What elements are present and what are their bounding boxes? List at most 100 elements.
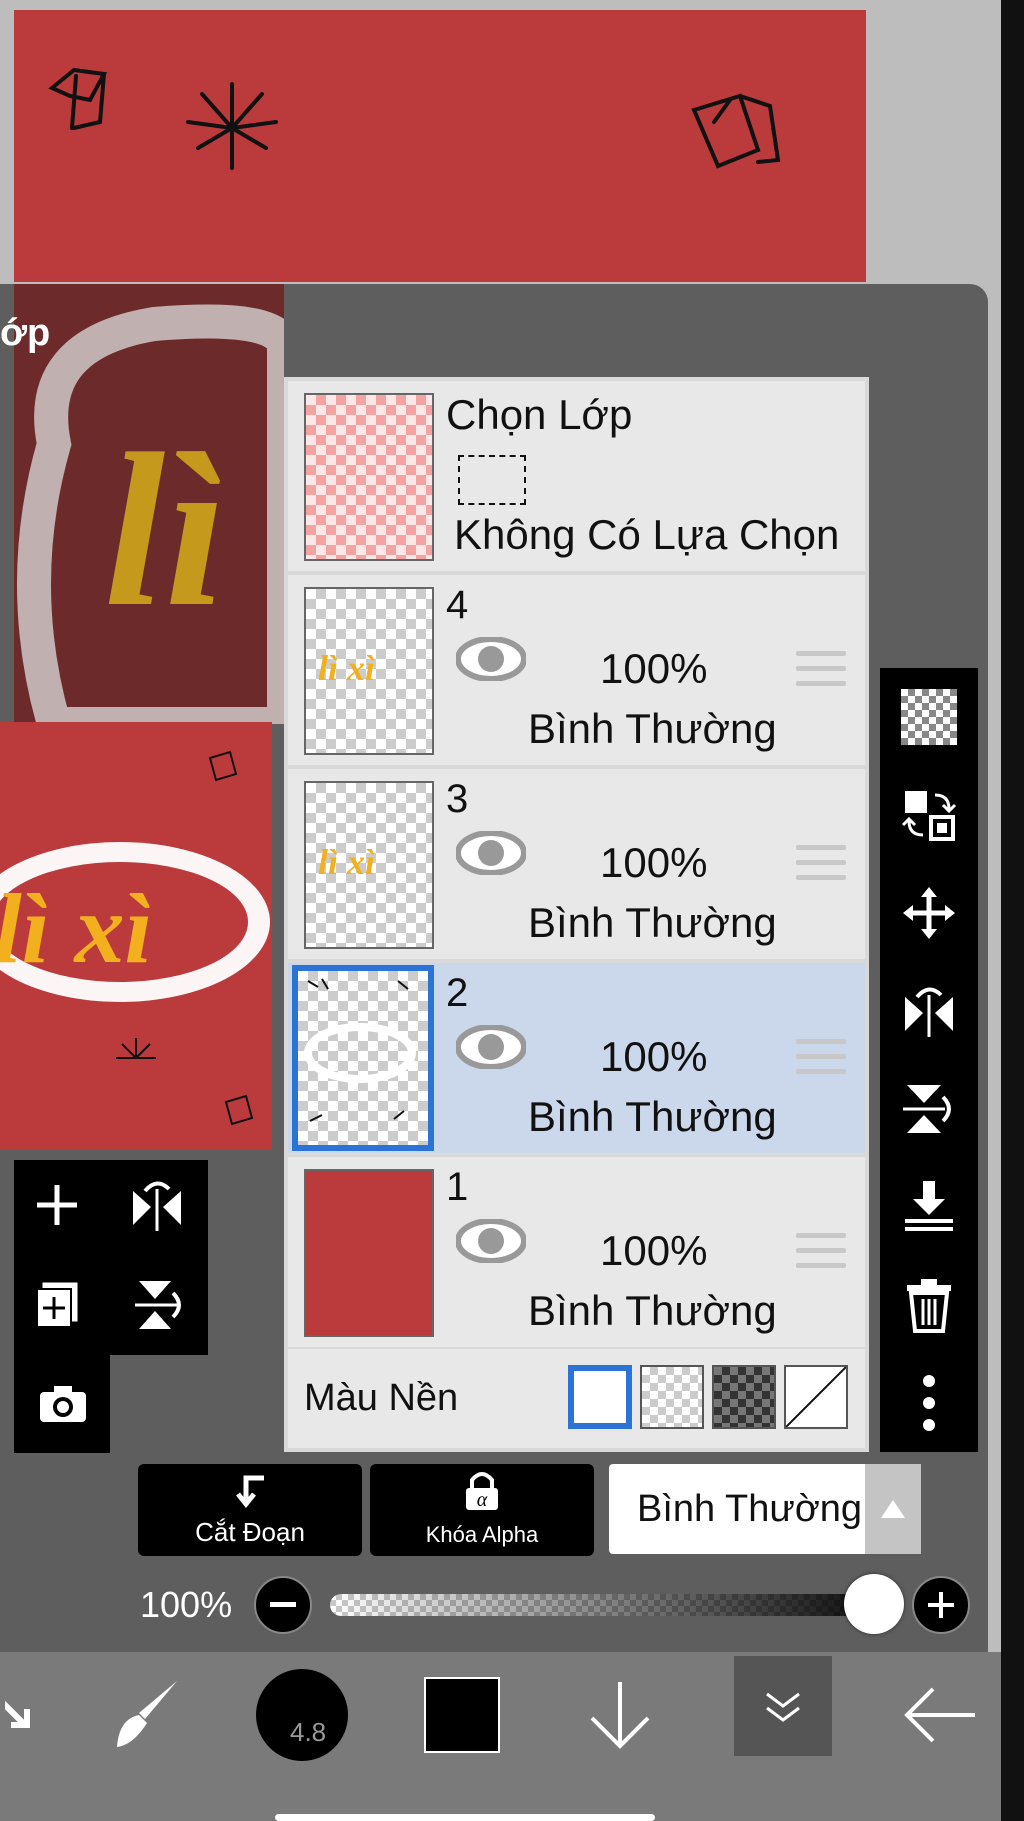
flip-horizontal-button-right[interactable]: [894, 976, 964, 1046]
bg-checker-light-swatch[interactable]: [640, 1365, 704, 1429]
selection-layer-row[interactable]: Chọn Lớp Không Có Lựa Chọn: [288, 381, 865, 571]
flip-vertical-icon: [903, 1085, 951, 1133]
current-color-swatch: [424, 1677, 500, 1753]
add-layer-icon: [36, 1282, 78, 1328]
bg-checker-dark-swatch[interactable]: [712, 1365, 776, 1429]
clipping-label: Cắt Đoạn: [195, 1517, 305, 1547]
plus-icon: [928, 1592, 954, 1618]
layer-number: 4: [446, 583, 469, 627]
move-layer-button[interactable]: [894, 878, 964, 948]
flip-vertical-icon: [135, 1281, 181, 1329]
canvas-doodles: [48, 67, 781, 170]
bg-none-swatch[interactable]: [784, 1365, 848, 1429]
background-color-row: Màu Nền: [288, 1349, 865, 1448]
svg-text:lì: lì: [104, 408, 226, 652]
camera-button[interactable]: [28, 1369, 98, 1439]
clipping-button[interactable]: Cắt Đoạn: [138, 1464, 362, 1556]
arrow-down-icon: [590, 1682, 650, 1749]
eye-icon[interactable]: [456, 1025, 526, 1069]
flip-vertical-button[interactable]: [122, 1270, 192, 1340]
trash-icon: [907, 1279, 951, 1333]
clip-arrow-icon: [236, 1475, 264, 1509]
camera-icon: [40, 1386, 86, 1422]
selection-status: Không Có Lựa Chọn: [454, 511, 840, 558]
layer-blend-mode: Bình Thường: [528, 899, 777, 946]
back-button[interactable]: [900, 1660, 980, 1770]
plus-icon: [37, 1185, 77, 1225]
layer-thumbnail: lì xì: [304, 587, 434, 755]
brush-tool-button[interactable]: [100, 1660, 190, 1770]
eye-icon[interactable]: [456, 1219, 526, 1263]
blend-mode-select[interactable]: Bình Thường: [609, 1464, 921, 1554]
selection-layer-title: Chọn Lớp: [446, 391, 633, 438]
canvas-preview-zoomed: lì: [14, 284, 284, 724]
selection-thumbnail: [304, 393, 434, 561]
svg-text:α: α: [477, 1489, 488, 1511]
layer-number: 3: [446, 777, 469, 821]
layer-row-3[interactable]: lì xì 3 100% Bình Thường: [288, 769, 865, 959]
layer-row-2[interactable]: 2 100% Bình Thường: [288, 963, 865, 1153]
transform-tool-button[interactable]: [0, 1660, 40, 1770]
eye-icon[interactable]: [456, 637, 526, 681]
opacity-slider-track[interactable]: [330, 1594, 904, 1616]
opacity-decrease-button[interactable]: [254, 1576, 312, 1634]
layer-tools-right: [880, 668, 978, 1452]
layer-thumbnail: [304, 1169, 434, 1337]
delete-layer-button[interactable]: [894, 1270, 964, 1340]
layer-number: 1: [446, 1165, 469, 1209]
chevron-up-icon: [865, 1464, 921, 1554]
panel-title: ớp: [0, 312, 51, 354]
transparent-fill-button[interactable]: [894, 682, 964, 752]
svg-text:lì xì: lì xì: [0, 873, 152, 984]
canvas-artwork[interactable]: [14, 10, 866, 282]
layer-blend-mode: Bình Thường: [528, 705, 777, 752]
checker-icon: [901, 689, 957, 745]
drag-handle-icon[interactable]: [796, 1039, 846, 1084]
color-picker-button[interactable]: [420, 1660, 504, 1770]
layer-thumbnail: lì xì: [304, 781, 434, 949]
scroll-down-button[interactable]: [580, 1660, 660, 1770]
brush-size-button[interactable]: 4.8: [252, 1660, 352, 1770]
layer-thumbnail-selected: [292, 965, 434, 1151]
no-background-icon: [785, 1366, 847, 1428]
layer-number: 2: [446, 971, 469, 1015]
bg-white-swatch[interactable]: [568, 1365, 632, 1429]
flip-horizontal-icon: [905, 987, 953, 1037]
layer-tools-left-lower: [14, 1355, 110, 1453]
add-layer-button[interactable]: [22, 1170, 92, 1240]
home-indicator: [275, 1814, 655, 1821]
eye-icon[interactable]: [456, 831, 526, 875]
drag-handle-icon[interactable]: [796, 651, 846, 696]
opacity-slider-knob[interactable]: [844, 1574, 904, 1634]
drag-handle-icon[interactable]: [796, 845, 846, 890]
merge-down-button[interactable]: [894, 1172, 964, 1242]
collapse-panel-button[interactable]: [734, 1656, 832, 1756]
brush-size-indicator: 4.8: [256, 1669, 348, 1761]
duplicate-layer-button[interactable]: [22, 1270, 92, 1340]
opacity-increase-button[interactable]: [912, 1576, 970, 1634]
swap-layers-icon: [901, 791, 957, 841]
minus-icon: [270, 1602, 296, 1607]
move-icon: [903, 887, 955, 939]
layer-blend-mode: Bình Thường: [528, 1287, 777, 1334]
swap-layers-button[interactable]: [894, 780, 964, 850]
alpha-lock-label: Khóa Alpha: [425, 1522, 539, 1547]
layer-opacity: 100%: [600, 1033, 708, 1080]
layer-blend-mode: Bình Thường: [528, 1093, 777, 1140]
double-chevron-down-icon: [766, 1692, 800, 1722]
layer-thumbnail-text: lì xì: [318, 842, 376, 882]
layer-tools-left: [14, 1160, 208, 1355]
layer-row-4[interactable]: lì xì 4 100% Bình Thường: [288, 575, 865, 765]
selection-marquee-icon: [458, 455, 526, 505]
alpha-lock-button[interactable]: α Khóa Alpha: [370, 1464, 594, 1556]
background-color-label: Màu Nền: [304, 1377, 459, 1419]
flip-vertical-button-right[interactable]: [894, 1074, 964, 1144]
opacity-value: 100%: [140, 1584, 233, 1625]
layer-row-1[interactable]: 1 100% Bình Thường: [288, 1157, 865, 1347]
more-options-button[interactable]: [894, 1368, 964, 1438]
brush-size-value: 4.8: [290, 1717, 327, 1747]
blend-mode-value: Bình Thường: [637, 1488, 863, 1530]
drag-handle-icon[interactable]: [796, 1233, 846, 1278]
brush-icon: [117, 1681, 177, 1747]
flip-horizontal-button[interactable]: [122, 1170, 192, 1240]
